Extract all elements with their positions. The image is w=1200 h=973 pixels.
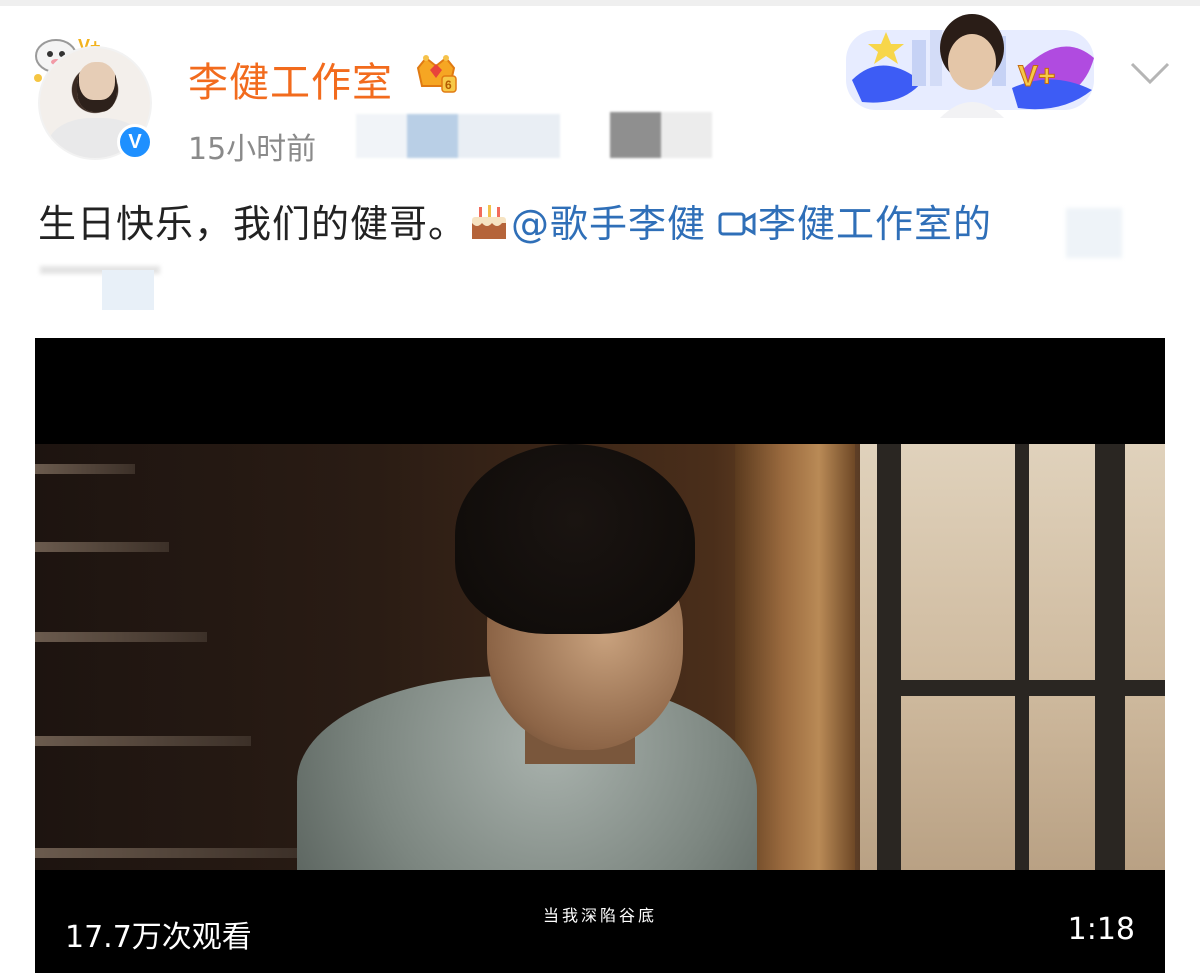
window-bar [1095, 444, 1125, 870]
verified-icon: V [117, 124, 153, 160]
mention-link[interactable]: @歌手李健 [511, 202, 706, 246]
stair-edge [35, 542, 169, 552]
author-avatar-group[interactable]: V+ V [28, 30, 158, 165]
video-player[interactable]: 17.7万次观看 当我深陷谷底 1:18 [35, 338, 1165, 973]
stair-edge [35, 848, 297, 858]
top-divider [0, 0, 1200, 6]
crown-icon[interactable]: 6 [412, 50, 460, 96]
window-bar [901, 680, 1165, 696]
blurred-extra-info [610, 112, 712, 158]
cake-icon [472, 205, 507, 239]
svg-text:V+: V+ [1018, 60, 1056, 93]
camera-icon [718, 212, 756, 236]
blurred-text-line [40, 266, 164, 312]
stair-edge [35, 632, 207, 642]
video-duration: 1:18 [1067, 912, 1135, 947]
blurred-text-end [1066, 208, 1122, 258]
video-subtitle: 当我深陷谷底 [542, 906, 657, 925]
svg-text:6: 6 [445, 78, 452, 92]
post-timestamp: 15小时前 [188, 132, 317, 167]
chevron-down-icon[interactable] [1128, 58, 1172, 88]
blurred-source-info [356, 114, 560, 158]
author-name[interactable]: 李健工作室 [188, 50, 393, 108]
avatar-face [77, 62, 117, 112]
person-hair [455, 444, 695, 634]
post-content: 生日快乐，我们的健哥。 @歌手李健 李健工作室的 [38, 198, 1178, 250]
stair-edge [35, 464, 135, 474]
window-bar [1015, 444, 1029, 870]
stair-edge [35, 736, 251, 746]
video-link[interactable]: 李健工作室的 [758, 202, 992, 246]
post-text-main: 生日快乐，我们的健哥。 [38, 202, 468, 246]
video-frame [35, 444, 1165, 870]
blur-block [102, 270, 154, 310]
vip-banner-decoration: V+ [846, 14, 1094, 118]
window-bar [877, 444, 901, 870]
